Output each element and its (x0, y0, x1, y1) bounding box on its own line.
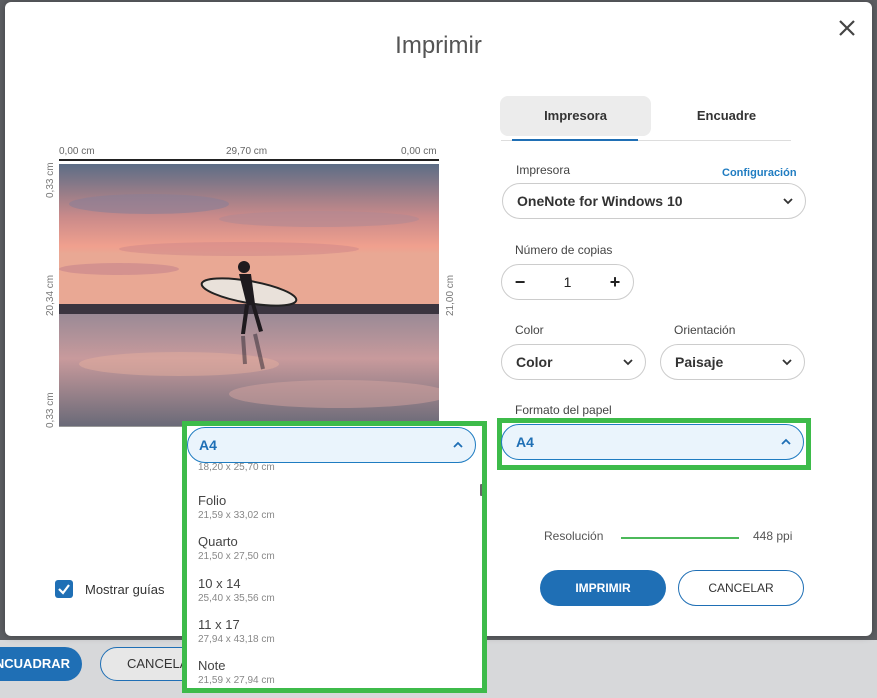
paper-option-name: 10 x 14 (198, 576, 241, 591)
chevron-down-icon (623, 359, 633, 366)
tab-active-indicator (512, 139, 638, 141)
background-encuadrar-button: NCUADRAR (0, 647, 82, 681)
paper-option-size: 27,94 x 43,18 cm (198, 634, 275, 645)
copies-label: Número de copias (515, 243, 613, 257)
paper-option-10x14[interactable]: 10 x 14 25,40 x 35,56 cm (198, 576, 275, 604)
ruler-center-label: 29,70 cm (226, 146, 268, 157)
dialog-title: Imprimir (395, 32, 482, 59)
paper-dropdown: A4 18,20 x 25,70 cm Folio 21,59 x 33,02 … (182, 421, 487, 693)
printer-value: OneNote for Windows 10 (517, 193, 683, 209)
decrement-button[interactable]: − (504, 265, 536, 299)
paper-option-name: 11 x 17 (198, 617, 240, 632)
tab-encuadre[interactable]: Encuadre (651, 96, 802, 136)
chevron-down-icon (782, 359, 792, 366)
orientation-label: Orientación (674, 323, 736, 337)
show-guides-label: Mostrar guías (85, 582, 165, 597)
ruler-right-label: 0,00 cm (401, 146, 437, 157)
close-icon[interactable] (835, 16, 859, 40)
copies-stepper: − 1 + (501, 264, 634, 300)
paper-option-11x17[interactable]: 11 x 17 27,94 x 43,18 cm (198, 617, 275, 645)
dropdown-scrollbar[interactable] (480, 484, 482, 496)
resolution-value: 448 ppi (753, 529, 793, 543)
orientation-select[interactable]: Paisaje (660, 344, 805, 380)
margin-bottom-label: 0,33 cm (45, 392, 56, 428)
print-preview-image (59, 164, 439, 426)
chevron-up-icon (453, 441, 463, 448)
chevron-up-icon (781, 438, 791, 445)
print-button[interactable]: IMPRIMIR (540, 570, 666, 606)
ruler-line (59, 159, 439, 161)
paper-option-name: Note (198, 658, 226, 673)
paper-height-label: 21,00 cm (445, 274, 456, 316)
paper-label: Formato del papel (515, 403, 612, 417)
color-select[interactable]: Color (501, 344, 646, 380)
tab-impresora[interactable]: Impresora (500, 96, 651, 136)
resolution-label: Resolución (544, 529, 604, 543)
paper-option-size: 21,50 x 27,50 cm (198, 551, 275, 562)
paper-select[interactable]: A4 (501, 424, 804, 460)
color-value: Color (516, 354, 553, 370)
paper-option-folio[interactable]: Folio 21,59 x 33,02 cm (198, 493, 275, 521)
config-link[interactable]: Configuración (722, 167, 797, 179)
paper-option-size: 21,59 x 33,02 cm (198, 510, 275, 521)
show-guides-checkbox[interactable] (55, 580, 73, 598)
paper-option-name: Folio (198, 493, 227, 508)
paper-dropdown-value: A4 (199, 437, 217, 453)
margin-top-label: 0,33 cm (45, 162, 56, 198)
paper-option[interactable]: 18,20 x 25,70 cm (198, 460, 275, 473)
checkmark-icon (58, 584, 70, 595)
paper-value: A4 (516, 434, 534, 450)
ruler-left-label: 0,00 cm (59, 146, 95, 157)
cancel-button[interactable]: CANCELAR (678, 570, 804, 606)
color-label: Color (515, 323, 544, 337)
paper-option-size: 18,20 x 25,70 cm (198, 462, 275, 473)
printer-select[interactable]: OneNote for Windows 10 (502, 183, 806, 219)
paper-dropdown-header[interactable]: A4 (187, 427, 476, 463)
printer-label: Impresora (516, 163, 571, 177)
height-label: 20,34 cm (45, 274, 56, 316)
paper-option-size: 21,59 x 27,94 cm (198, 675, 275, 686)
copies-value[interactable]: 1 (542, 265, 593, 299)
chevron-down-icon (783, 198, 793, 205)
orientation-value: Paisaje (675, 354, 724, 370)
increment-button[interactable]: + (599, 265, 631, 299)
paper-option-name: Quarto (198, 534, 238, 549)
paper-option-note[interactable]: Note 21,59 x 27,94 cm (198, 658, 275, 686)
paper-option-quarto[interactable]: Quarto 21,50 x 27,50 cm (198, 534, 275, 562)
paper-option-size: 25,40 x 35,56 cm (198, 593, 275, 604)
resolution-bar (621, 537, 739, 539)
